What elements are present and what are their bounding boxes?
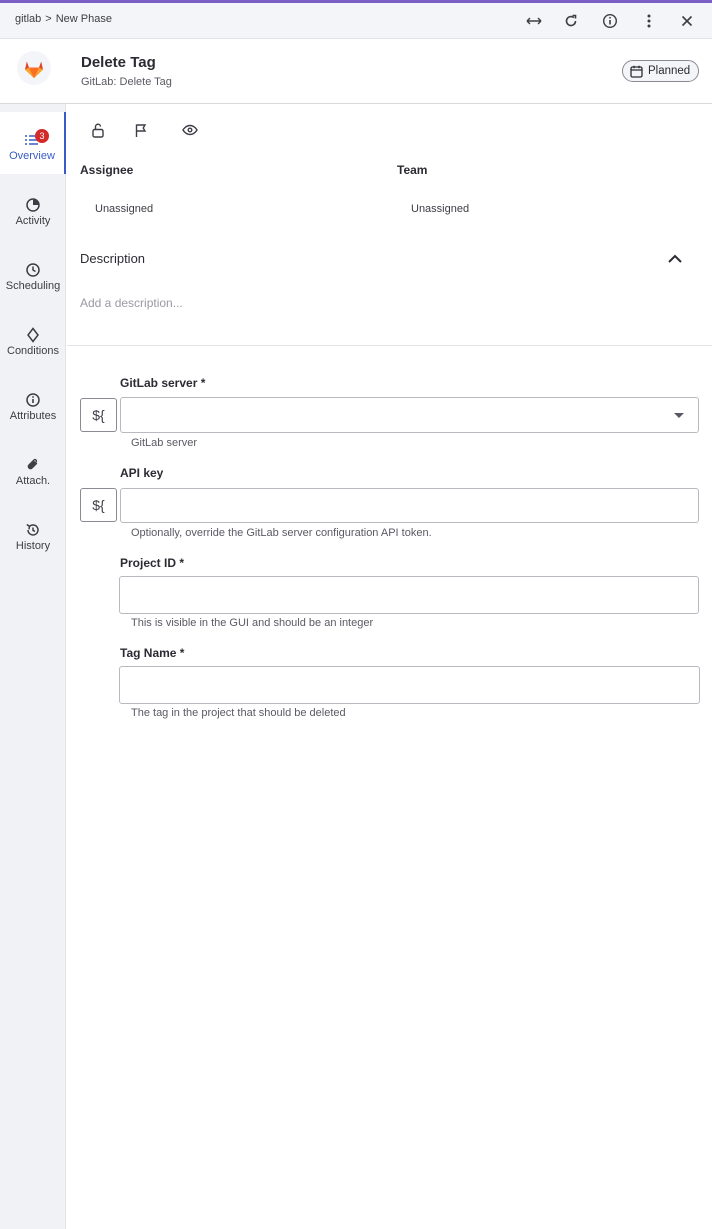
- sidebar-item-activity[interactable]: Activity: [0, 177, 66, 239]
- breadcrumb-separator: >: [45, 13, 52, 25]
- history-icon: [25, 522, 41, 538]
- assignee-label: Assignee: [80, 163, 134, 177]
- flag-icon[interactable]: [133, 122, 149, 138]
- expand-width-icon[interactable]: [523, 10, 545, 32]
- sidebar-item-label: Scheduling: [5, 280, 61, 292]
- breadcrumb: gitlab > New Phase: [15, 13, 112, 25]
- page-subtitle: GitLab: Delete Tag: [81, 76, 172, 88]
- gitlab-logo-icon: [17, 51, 51, 85]
- close-icon[interactable]: [676, 10, 698, 32]
- notification-badge: 3: [35, 129, 49, 143]
- description-placeholder[interactable]: Add a description...: [80, 296, 183, 310]
- info-icon[interactable]: [599, 10, 621, 32]
- gitlab-server-select[interactable]: [120, 397, 699, 433]
- clock-icon: [25, 262, 41, 278]
- tag-name-input[interactable]: [119, 666, 700, 704]
- api-key-variable-button[interactable]: ${: [80, 488, 117, 522]
- description-label: Description: [80, 251, 146, 266]
- sidebar-item-conditions[interactable]: Conditions: [0, 307, 66, 369]
- paperclip-icon: [25, 457, 41, 473]
- sidebar-item-label: Overview: [9, 150, 55, 162]
- sidebar-item-attributes[interactable]: Attributes: [0, 372, 66, 434]
- page-title: Delete Tag: [81, 54, 156, 71]
- breadcrumb-root[interactable]: gitlab: [15, 13, 41, 25]
- sidebar-item-history[interactable]: History: [0, 502, 66, 564]
- sidebar-item-label: Attributes: [9, 410, 57, 422]
- status-badge[interactable]: Planned: [622, 60, 699, 82]
- info-circle-icon: [25, 392, 41, 408]
- tag-name-label: Tag Name *: [120, 646, 185, 660]
- sidebar: Overview 3 Activity Scheduling Condition…: [0, 104, 66, 1229]
- project-id-helper: This is visible in the GUI and should be…: [131, 617, 374, 629]
- sidebar-item-scheduling[interactable]: Scheduling: [0, 242, 66, 304]
- section-divider: [67, 345, 712, 346]
- api-key-label: API key: [120, 466, 164, 480]
- sidebar-item-label: History: [15, 540, 51, 552]
- tag-name-helper: The tag in the project that should be de…: [131, 707, 346, 719]
- project-id-label: Project ID *: [120, 556, 185, 570]
- sidebar-item-label: Activity: [15, 215, 51, 227]
- chevron-down-icon[interactable]: [674, 413, 684, 418]
- sidebar-item-label: Attach.: [15, 475, 51, 487]
- refresh-icon[interactable]: [560, 10, 582, 32]
- unlock-icon[interactable]: [90, 122, 106, 138]
- sidebar-item-attachments[interactable]: Attach.: [0, 437, 66, 499]
- sidebar-item-label: Conditions: [7, 345, 59, 357]
- team-value[interactable]: Unassigned: [411, 203, 469, 215]
- breadcrumb-current: New Phase: [55, 13, 112, 25]
- diamond-icon: [25, 327, 41, 343]
- chevron-up-icon[interactable]: [666, 250, 684, 268]
- api-key-helper: Optionally, override the GitLab server c…: [131, 527, 432, 539]
- sidebar-item-overview[interactable]: Overview 3: [0, 112, 66, 174]
- assignee-value[interactable]: Unassigned: [95, 203, 153, 215]
- gitlab-server-helper: GitLab server: [131, 437, 198, 449]
- gitlab-server-label: GitLab server *: [120, 376, 206, 390]
- more-options-icon[interactable]: [638, 10, 660, 32]
- api-key-input[interactable]: [120, 488, 699, 523]
- calendar-icon: [630, 65, 643, 78]
- project-id-input[interactable]: [119, 576, 699, 614]
- task-header: Delete Tag GitLab: Delete Tag Planned: [0, 40, 712, 104]
- window-titlebar: gitlab > New Phase: [0, 3, 712, 39]
- activity-pie-icon: [25, 197, 41, 213]
- eye-icon[interactable]: [182, 122, 198, 138]
- main-content: Assignee Unassigned Team Unassigned Desc…: [67, 104, 712, 1229]
- status-label: Planned: [648, 65, 691, 77]
- team-label: Team: [397, 163, 428, 177]
- gitlab-server-variable-button[interactable]: ${: [80, 398, 117, 432]
